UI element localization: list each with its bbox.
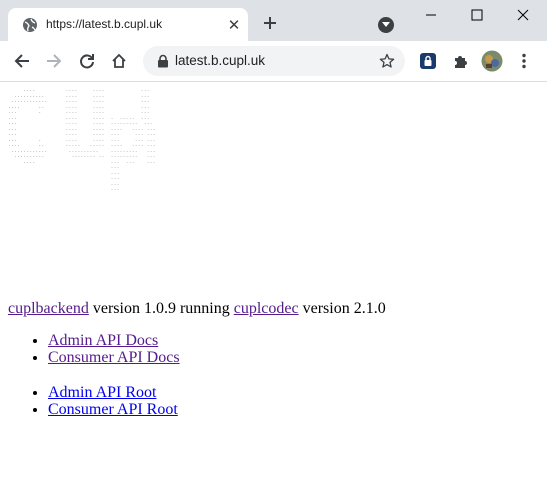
reload-icon [80,54,94,69]
home-icon [112,53,126,68]
puzzle-icon [455,56,467,68]
extensions-button[interactable] [449,50,471,72]
back-button[interactable] [11,50,33,72]
list-item: Admin API Docs [48,332,180,349]
window-close-button[interactable] [500,0,546,30]
cupl-ascii-logo: .... .... .... ... .......... .... .... … [8,87,156,192]
close-tab-icon[interactable]: ✕ [226,17,242,34]
consumer-api-docs-link[interactable]: Consumer API Docs [48,349,180,366]
reload-button[interactable] [76,50,98,72]
close-icon [517,9,529,21]
version-line: cuplbackend version 1.0.9 running cuplco… [8,299,386,319]
arrow-right-icon [47,54,62,68]
browser-tab[interactable]: https://latest.b.cupl.uk ✕ [8,8,248,41]
page-content: .... .... .... ... .......... .... .... … [0,82,547,483]
maximize-icon [471,9,483,21]
browser-toolbar: latest.b.cupl.uk [0,41,547,82]
avatar [481,50,503,72]
api-docs-list: Admin API Docs Consumer API Docs [8,332,180,366]
list-item: Consumer API Docs [48,349,180,366]
api-root-list: Admin API Root Consumer API Root [8,384,178,418]
arrow-left-icon [14,54,29,68]
plus-icon [264,17,276,29]
admin-api-root-link[interactable]: Admin API Root [48,384,156,401]
new-tab-button[interactable] [258,11,282,35]
tab-title: https://latest.b.cupl.uk [46,17,163,31]
cuplbackend-link[interactable]: cuplbackend [8,300,89,317]
more-vert-icon [522,53,526,69]
minimize-icon [426,14,436,16]
admin-api-docs-link[interactable]: Admin API Docs [48,332,158,349]
version-text-1: version 1.0.9 running [92,300,230,317]
address-bar[interactable]: latest.b.cupl.uk [143,46,405,76]
list-item: Admin API Root [48,384,178,401]
consumer-api-root-link[interactable]: Consumer API Root [48,401,178,418]
tab-search-button[interactable] [378,17,394,33]
list-item: Consumer API Root [48,401,178,418]
chevron-down-icon [382,22,390,27]
browser-menu-button[interactable] [513,50,535,72]
url-text[interactable]: latest.b.cupl.uk [175,53,265,69]
minimize-button[interactable] [408,0,454,30]
cuplcodec-link[interactable]: cuplcodec [234,300,299,317]
maximize-button[interactable] [454,0,500,30]
forward-button[interactable] [43,50,65,72]
home-button[interactable] [108,50,130,72]
tab-strip: https://latest.b.cupl.uk ✕ [0,0,547,41]
globe-icon [22,17,38,33]
bookmark-star-icon[interactable] [377,51,397,71]
version-text-2: version 2.1.0 [302,300,386,317]
lock-icon[interactable] [156,54,170,68]
lock-extension-icon [420,53,436,69]
password-manager-extension-button[interactable] [417,50,439,72]
profile-button[interactable] [481,50,503,72]
